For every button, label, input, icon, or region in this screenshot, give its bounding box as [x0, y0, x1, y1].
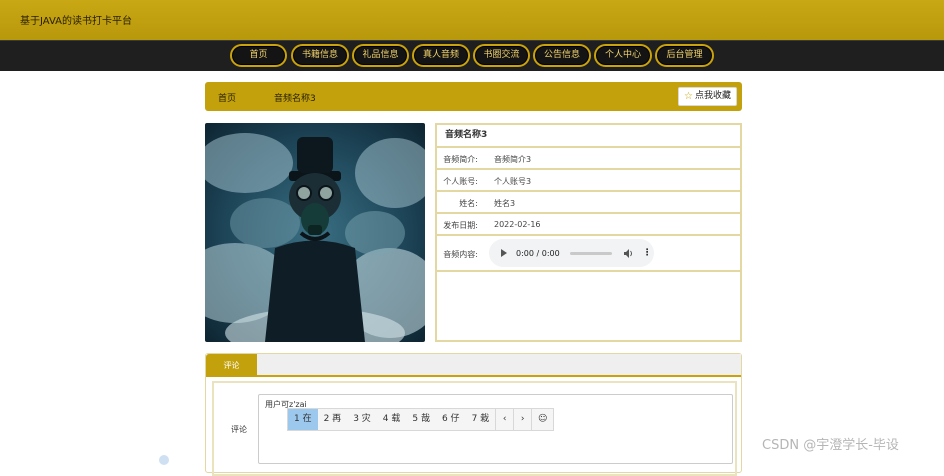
main-nav: 首页 书籍信息 礼品信息 真人音频 书圈交流 公告信息 个人中心 后台管理: [0, 40, 944, 71]
ime-candidate[interactable]: 4 载: [377, 409, 407, 430]
ime-candidate[interactable]: 1 在: [288, 409, 318, 430]
ime-candidate[interactable]: 7 栽: [466, 409, 496, 430]
favorite-button[interactable]: ☆ 点我收藏: [678, 87, 737, 106]
detail-label: 发布日期:: [443, 221, 478, 230]
nav-item-books[interactable]: 书籍信息: [291, 44, 349, 67]
nav-item-notices[interactable]: 公告信息: [533, 44, 591, 67]
breadcrumb-home[interactable]: 首页: [218, 91, 236, 104]
chevron-left-icon[interactable]: ‹: [495, 409, 513, 430]
comment-tabs: 评论: [206, 354, 741, 377]
nav-item-audio[interactable]: 真人音频: [412, 44, 470, 67]
nav-item-profile[interactable]: 个人中心: [594, 44, 652, 67]
audio-title: 音频名称3: [437, 125, 740, 148]
detail-row-account: 个人账号: 个人账号3: [437, 170, 740, 192]
detail-value: 2022-02-16: [494, 220, 541, 229]
nav-item-home[interactable]: 首页: [230, 44, 287, 67]
more-options-icon[interactable]: ⋮: [643, 248, 652, 258]
site-title: 基于JAVA的读书打卡平台: [20, 16, 133, 27]
detail-label: 个人账号:: [443, 177, 478, 186]
breadcrumb: 首页 音频名称3 ☆ 点我收藏: [205, 82, 742, 111]
favorite-label: 点我收藏: [694, 91, 731, 101]
chevron-right-icon[interactable]: ›: [513, 409, 531, 430]
top-header: 基于JAVA的读书打卡平台: [0, 0, 944, 40]
ime-candidate-bar: 1 在 2 再 3 灾 4 载 5 哉 6 仔 7 栽 ‹ › ☺: [287, 408, 555, 431]
ime-candidate[interactable]: 2 再: [318, 409, 348, 430]
nav-item-book-circle[interactable]: 书圈交流: [473, 44, 530, 67]
detail-value: 姓名3: [494, 199, 516, 208]
breadcrumb-current: 音频名称3: [274, 94, 316, 104]
audio-cover-image: [205, 123, 425, 342]
audio-time: 0:00 / 0:00: [516, 248, 560, 258]
tab-comments[interactable]: 评论: [206, 354, 257, 377]
audio-detail-panel: 音频名称3 音频简介: 音频简介3 个人账号: 个人账号3 姓名: 姓名3 发布…: [435, 123, 742, 342]
play-icon[interactable]: [501, 249, 507, 257]
ime-candidate[interactable]: 6 仔: [436, 409, 466, 430]
nav-item-admin[interactable]: 后台管理: [655, 44, 714, 67]
detail-value: 个人账号3: [494, 177, 532, 186]
detail-row-audio: 音频内容: 0:00 / 0:00 ⋮: [437, 236, 740, 272]
comment-field-label: 评论: [231, 425, 247, 434]
detail-row-intro: 音频简介: 音频简介3: [437, 148, 740, 170]
volume-icon[interactable]: [623, 248, 633, 258]
gasmask-figure-illustration: [205, 123, 425, 342]
star-icon: ☆: [684, 91, 693, 102]
scroll-indicator: [159, 455, 169, 465]
detail-label: 音频内容:: [443, 250, 478, 259]
detail-label: 音频简介:: [443, 155, 478, 164]
audio-progress-slider[interactable]: [569, 251, 612, 255]
ime-candidate[interactable]: 3 灾: [347, 409, 377, 430]
emoji-icon[interactable]: ☺: [531, 409, 553, 430]
detail-label: 姓名:: [459, 199, 478, 208]
detail-row-name: 姓名: 姓名3: [437, 192, 740, 214]
ime-candidate[interactable]: 5 哉: [406, 409, 436, 430]
watermark: CSDN @宇澄学长-毕设: [762, 438, 899, 453]
nav-item-gifts[interactable]: 礼品信息: [352, 44, 409, 67]
detail-value: 音频简介3: [494, 155, 532, 164]
audio-player[interactable]: 0:00 / 0:00 ⋮: [489, 239, 654, 267]
detail-row-date: 发布日期: 2022-02-16: [437, 214, 740, 236]
